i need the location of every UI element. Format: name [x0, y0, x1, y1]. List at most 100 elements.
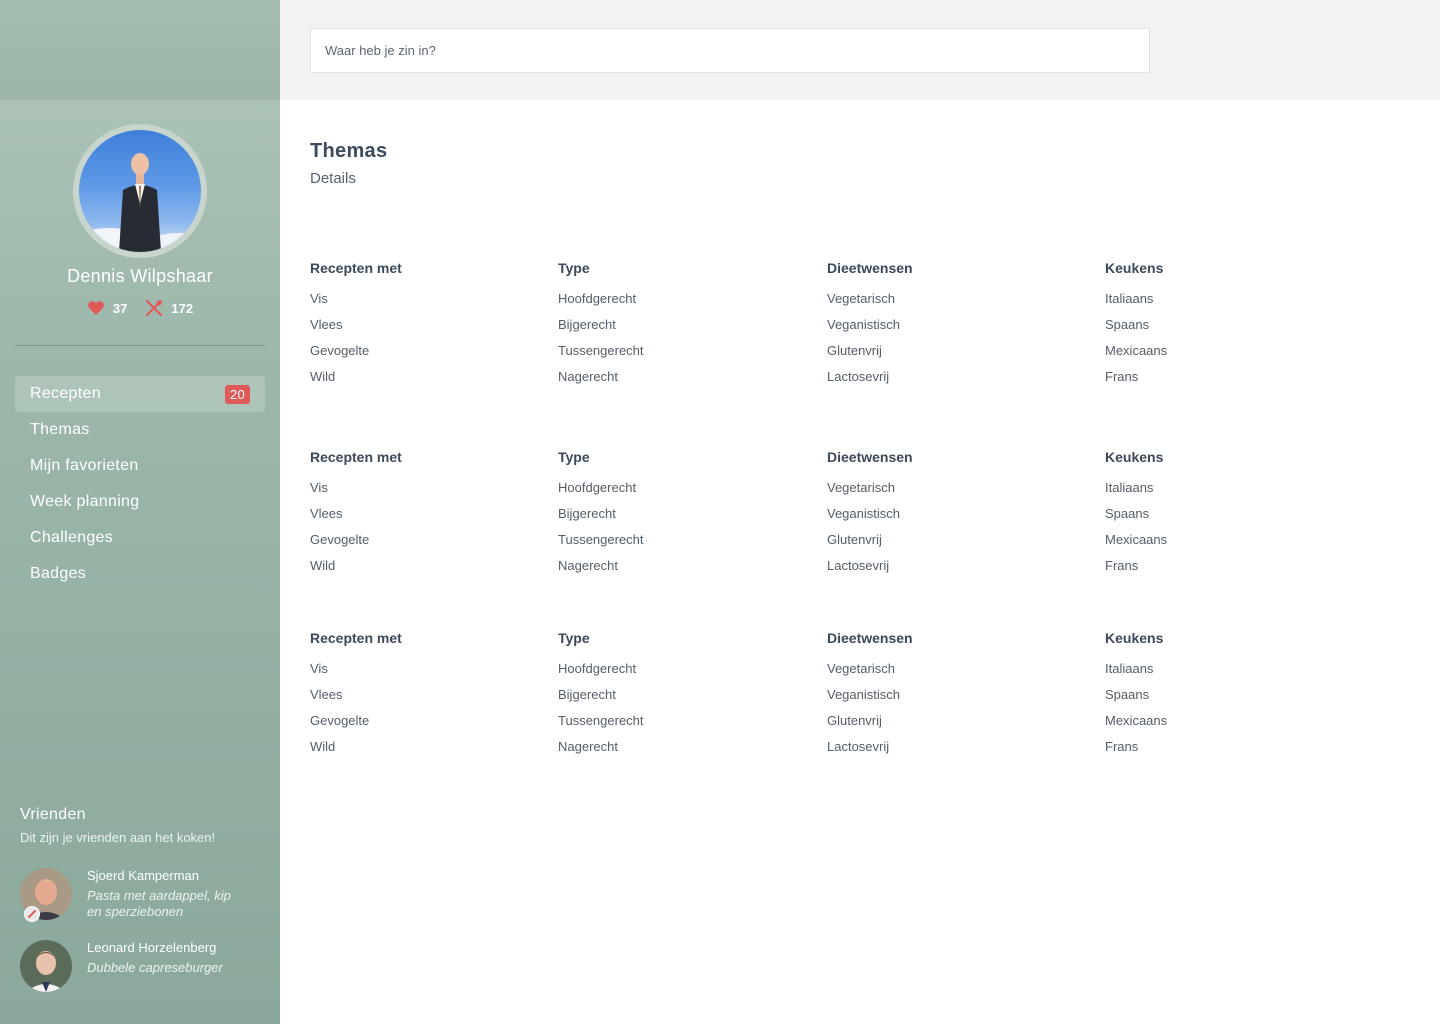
- theme-link[interactable]: Bijgerecht: [558, 501, 644, 527]
- friend-item[interactable]: Leonard Horzelenberg Dubbele capreseburg…: [20, 940, 247, 992]
- friend-name: Leonard Horzelenberg: [87, 940, 217, 955]
- theme-link[interactable]: Lactosevrij: [827, 364, 913, 390]
- theme-link[interactable]: Wild: [310, 734, 402, 760]
- theme-link[interactable]: Vlees: [310, 501, 402, 527]
- nav-item-week-planning[interactable]: Week planning: [15, 484, 265, 520]
- theme-column: Dieetwensen Vegetarisch Veganistisch Glu…: [827, 260, 913, 390]
- column-heading: Dieetwensen: [827, 260, 913, 276]
- theme-link[interactable]: Bijgerecht: [558, 682, 644, 708]
- theme-column: Recepten met Vis Vlees Gevogelte Wild: [310, 260, 402, 390]
- theme-link[interactable]: Hoofdgerecht: [558, 475, 644, 501]
- nav-item-themas[interactable]: Themas: [15, 412, 265, 448]
- theme-link[interactable]: Gevogelte: [310, 708, 402, 734]
- theme-link[interactable]: Vis: [310, 656, 402, 682]
- theme-link[interactable]: Vegetarisch: [827, 286, 913, 312]
- nav-item-favorieten[interactable]: Mijn favorieten: [15, 448, 265, 484]
- friend-info: Sjoerd Kamperman Pasta met aardappel, ki…: [87, 868, 247, 920]
- column-heading: Recepten met: [310, 260, 402, 276]
- theme-link[interactable]: Wild: [310, 553, 402, 579]
- theme-link[interactable]: Nagerecht: [558, 364, 644, 390]
- nav-item-recepten[interactable]: Recepten 20: [15, 376, 265, 412]
- column-heading: Type: [558, 449, 590, 465]
- theme-column: Recepten met Vis Vlees Gevogelte Wild: [310, 630, 402, 760]
- theme-link[interactable]: Veganistisch: [827, 501, 913, 527]
- nav-item-label: Recepten: [30, 385, 101, 402]
- theme-link[interactable]: Nagerecht: [558, 734, 644, 760]
- user-stats: 37 172: [0, 300, 280, 316]
- theme-link[interactable]: Spaans: [1105, 312, 1167, 338]
- nav-item-label: Themas: [30, 421, 90, 438]
- theme-link[interactable]: Wild: [310, 364, 402, 390]
- top-bar: [280, 0, 1440, 100]
- column-heading: Keukens: [1105, 449, 1164, 465]
- likes-count: 37: [112, 300, 128, 316]
- person-illustration: [79, 153, 201, 252]
- heart-icon: [87, 300, 105, 316]
- theme-link[interactable]: Mexicaans: [1105, 338, 1167, 364]
- theme-link[interactable]: Hoofdgerecht: [558, 286, 644, 312]
- theme-link[interactable]: Vis: [310, 286, 402, 312]
- theme-link[interactable]: Mexicaans: [1105, 527, 1167, 553]
- nav-item-challenges[interactable]: Challenges: [15, 520, 265, 556]
- theme-link[interactable]: Gevogelte: [310, 527, 402, 553]
- theme-link[interactable]: Vlees: [310, 682, 402, 708]
- theme-group: Recepten met Vis Vlees Gevogelte Wild Ty…: [310, 630, 1410, 770]
- theme-link[interactable]: Tussengerecht: [558, 338, 644, 364]
- theme-link[interactable]: Veganistisch: [827, 682, 913, 708]
- friend-info: Leonard Horzelenberg Dubbele capreseburg…: [87, 940, 247, 992]
- theme-link[interactable]: Tussengerecht: [558, 708, 644, 734]
- friends-title: Vrienden: [20, 806, 86, 823]
- theme-link[interactable]: Spaans: [1105, 682, 1167, 708]
- sidebar-nav: Recepten 20 Themas Mijn favorieten Week …: [15, 376, 265, 592]
- nav-item-badges[interactable]: Badges: [15, 556, 265, 592]
- theme-column: Keukens Italiaans Spaans Mexicaans Frans: [1105, 630, 1167, 760]
- theme-column: Recepten met Vis Vlees Gevogelte Wild: [310, 449, 402, 579]
- theme-link[interactable]: Bijgerecht: [558, 312, 644, 338]
- theme-link[interactable]: Frans: [1105, 553, 1167, 579]
- cutlery-icon: [145, 300, 163, 316]
- recipes-badge: 20: [224, 384, 250, 404]
- avatar-photo: [79, 130, 201, 252]
- theme-group: Recepten met Vis Vlees Gevogelte Wild Ty…: [310, 260, 1410, 400]
- theme-link[interactable]: Vegetarisch: [827, 475, 913, 501]
- friend-name: Sjoerd Kamperman: [87, 868, 199, 883]
- likes-stat: 37: [87, 300, 127, 316]
- theme-column: Keukens Italiaans Spaans Mexicaans Frans: [1105, 260, 1167, 390]
- theme-link[interactable]: Italiaans: [1105, 286, 1167, 312]
- theme-link[interactable]: Mexicaans: [1105, 708, 1167, 734]
- friend-recipe: Dubbele capreseburger: [87, 960, 223, 975]
- theme-link[interactable]: Hoofdgerecht: [558, 656, 644, 682]
- sidebar: Dennis Wilpshaar 37 172 Recepten 20 Them…: [0, 0, 280, 1024]
- theme-column: Type Hoofdgerecht Bijgerecht Tussengerec…: [558, 449, 644, 579]
- theme-column: Type Hoofdgerecht Bijgerecht Tussengerec…: [558, 260, 644, 390]
- theme-link[interactable]: Spaans: [1105, 501, 1167, 527]
- sidebar-divider: [15, 345, 265, 346]
- recipes-stat: 172: [145, 300, 193, 316]
- profile-avatar[interactable]: [73, 124, 207, 258]
- theme-link[interactable]: Italiaans: [1105, 475, 1167, 501]
- column-heading: Recepten met: [310, 449, 402, 465]
- theme-column: Keukens Italiaans Spaans Mexicaans Frans: [1105, 449, 1167, 579]
- recipes-count: 172: [171, 300, 194, 316]
- friend-item[interactable]: Sjoerd Kamperman Pasta met aardappel, ki…: [20, 868, 247, 922]
- theme-link[interactable]: Glutenvrij: [827, 527, 913, 553]
- theme-link[interactable]: Glutenvrij: [827, 338, 913, 364]
- theme-link[interactable]: Veganistisch: [827, 312, 913, 338]
- theme-link[interactable]: Vlees: [310, 312, 402, 338]
- theme-link[interactable]: Lactosevrij: [827, 734, 913, 760]
- search-input[interactable]: [310, 28, 1150, 73]
- theme-link[interactable]: Frans: [1105, 364, 1167, 390]
- column-heading: Recepten met: [310, 630, 402, 646]
- theme-link[interactable]: Nagerecht: [558, 553, 644, 579]
- theme-link[interactable]: Vis: [310, 475, 402, 501]
- theme-link[interactable]: Lactosevrij: [827, 553, 913, 579]
- theme-link[interactable]: Italiaans: [1105, 656, 1167, 682]
- theme-link[interactable]: Vegetarisch: [827, 656, 913, 682]
- theme-link[interactable]: Tussengerecht: [558, 527, 644, 553]
- pencil-icon: [24, 906, 40, 922]
- theme-link[interactable]: Gevogelte: [310, 338, 402, 364]
- column-heading: Keukens: [1105, 630, 1164, 646]
- theme-link[interactable]: Frans: [1105, 734, 1167, 760]
- theme-link[interactable]: Glutenvrij: [827, 708, 913, 734]
- page-title: Themas: [310, 140, 388, 162]
